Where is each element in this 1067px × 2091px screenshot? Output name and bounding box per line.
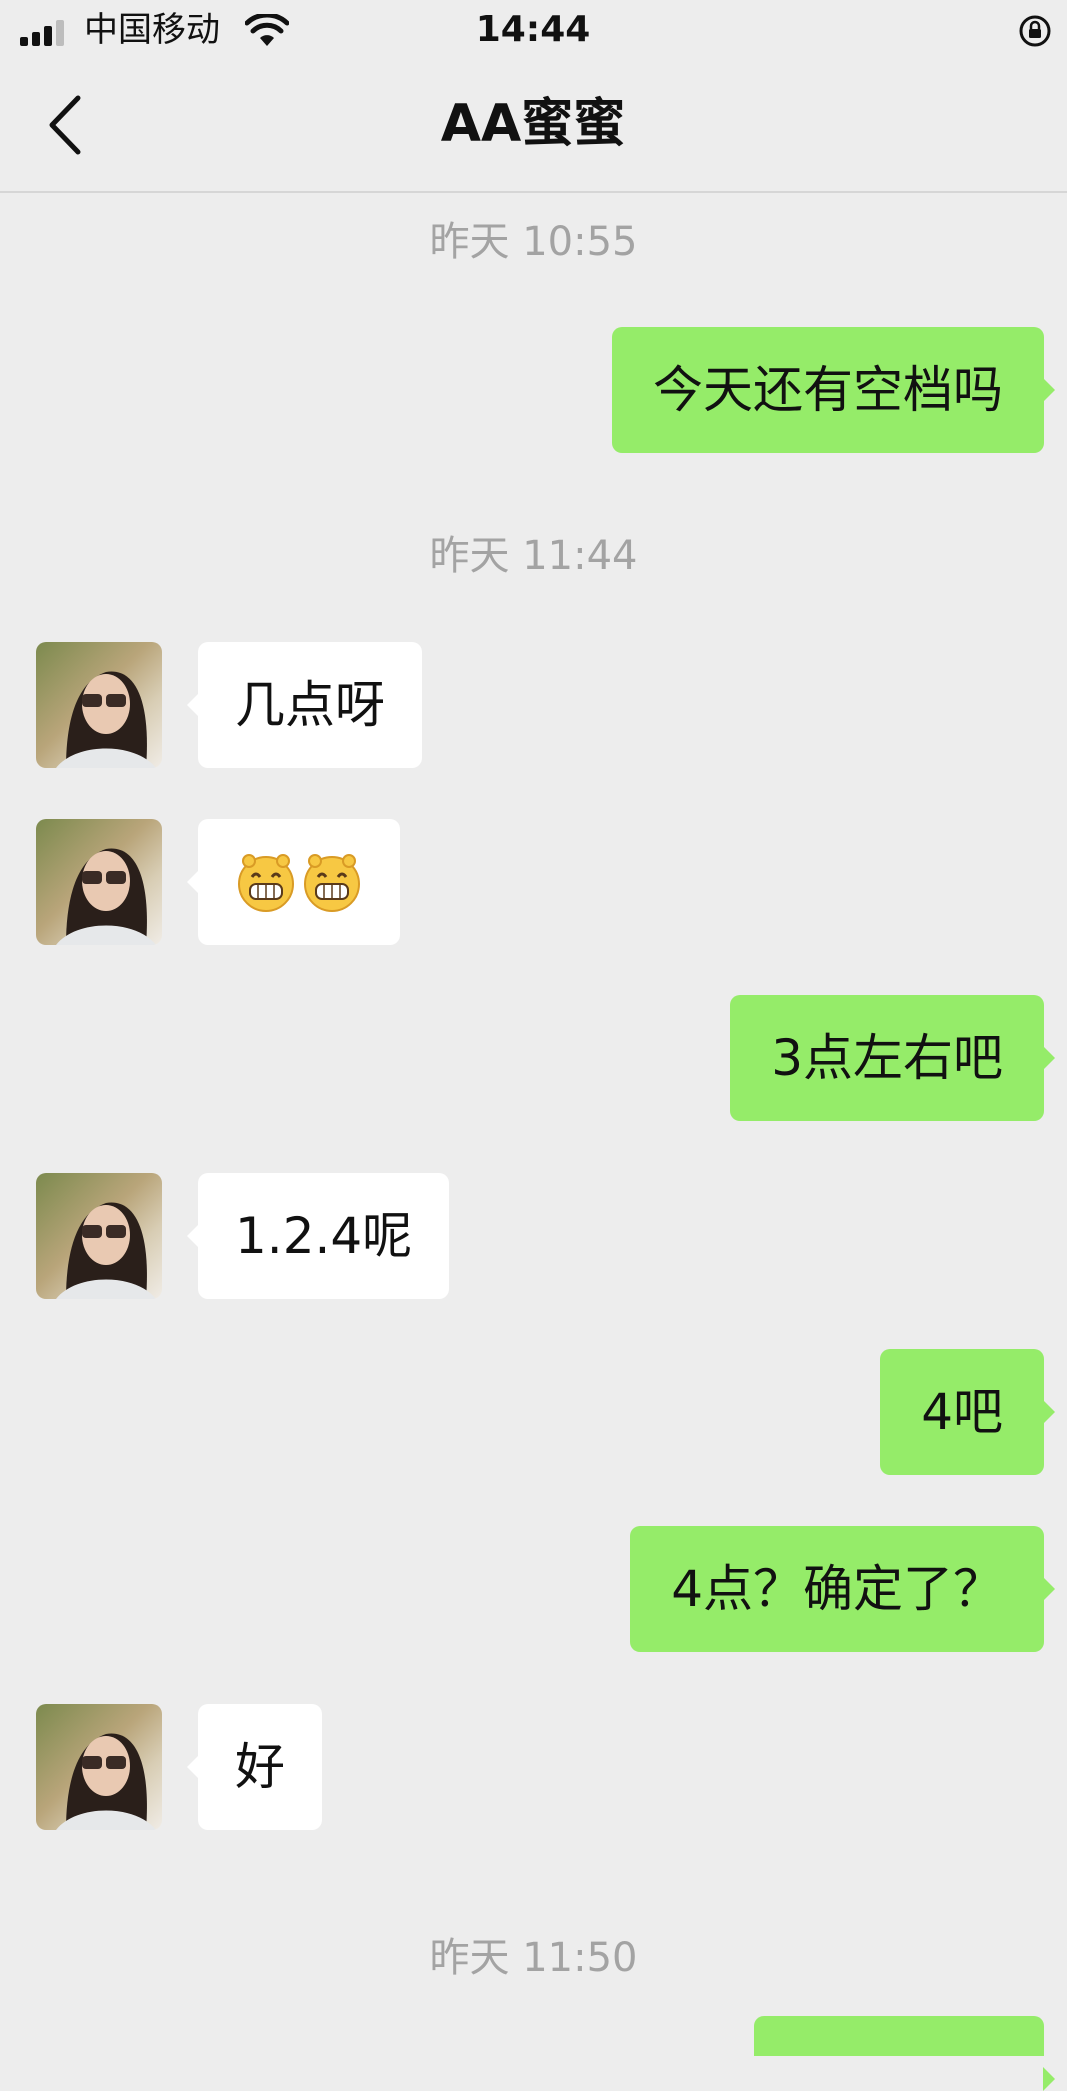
- received-message[interactable]: 好: [187, 1704, 322, 1830]
- sent-message[interactable]: 4点？确定了？: [630, 1526, 1055, 1652]
- received-message[interactable]: 几点呀: [187, 642, 422, 768]
- grinning-emoji-icon: [238, 854, 294, 912]
- back-arrow-icon[interactable]: [36, 90, 96, 160]
- sent-message-partial[interactable]: [754, 2016, 1055, 2091]
- wifi-icon: [245, 14, 289, 46]
- chat-list[interactable]: 昨天 10:55 今天还有空档吗 昨天 11:44 几点呀 3点左右吧 1.2.…: [0, 193, 1067, 2091]
- timestamp: 昨天 11:44: [429, 533, 638, 579]
- received-message[interactable]: 1.2.4呢: [186, 1173, 450, 1299]
- avatar[interactable]: [36, 1173, 162, 1299]
- avatar[interactable]: [36, 642, 162, 768]
- received-emoji-message[interactable]: [187, 819, 400, 945]
- clock: 14:44: [475, 9, 591, 50]
- sent-message[interactable]: 4吧: [880, 1349, 1055, 1475]
- nav-bar: AA蜜蜜: [0, 60, 1067, 193]
- carrier-label: 中国移动: [84, 10, 220, 50]
- page-title: AA蜜蜜: [440, 94, 626, 154]
- avatar[interactable]: [36, 1704, 162, 1830]
- rotation-lock-icon: [1019, 15, 1051, 47]
- timestamp: 昨天 11:50: [429, 1935, 638, 1981]
- sent-message[interactable]: 今天还有空档吗: [612, 327, 1055, 453]
- timestamp: 昨天 10:55: [429, 219, 638, 265]
- status-bar: 中国移动 14:44: [0, 0, 1067, 60]
- signal-icon: [20, 20, 64, 46]
- sent-message[interactable]: 3点左右吧: [730, 995, 1055, 1121]
- avatar[interactable]: [36, 819, 162, 945]
- grinning-emoji-icon: [304, 854, 360, 912]
